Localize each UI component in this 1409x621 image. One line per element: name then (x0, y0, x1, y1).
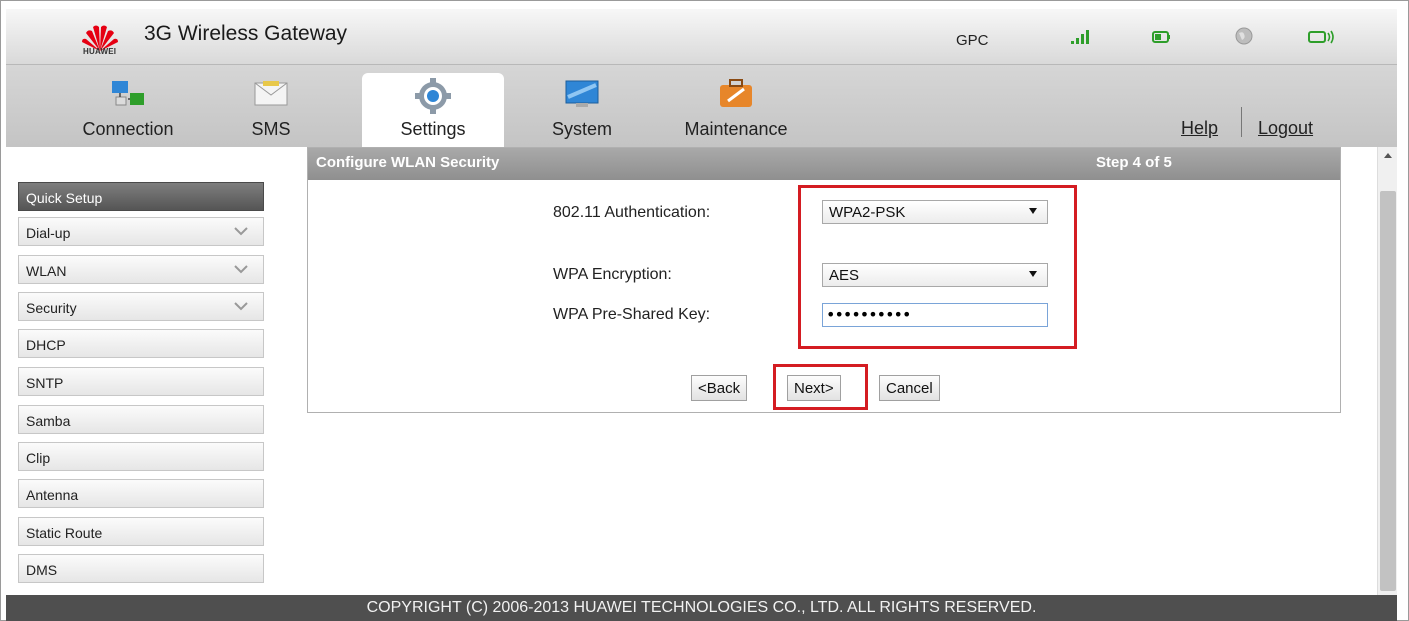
sidebar-item-quick-setup[interactable]: Quick Setup (18, 182, 264, 211)
wlan-security-panel: Configure WLAN Security Step 4 of 5 802.… (307, 147, 1341, 413)
tab-label: Maintenance (684, 119, 788, 139)
logo-text: HUAWEI (83, 47, 117, 56)
chevron-down-icon (234, 265, 248, 274)
chevron-down-icon (234, 227, 248, 236)
help-link[interactable]: Help (1181, 118, 1218, 139)
tab-label: SMS (251, 119, 291, 139)
tab-sms[interactable]: SMS (236, 65, 306, 147)
cancel-button[interactable]: Cancel (879, 375, 940, 401)
sidebar-item-label: Clip (26, 450, 51, 466)
dropdown-arrow-icon (1029, 271, 1037, 277)
sidebar-item-sntp[interactable]: SNTP (18, 367, 264, 396)
sidebar-item-label: WLAN (26, 263, 67, 279)
battery-icon (1152, 31, 1170, 43)
sidebar-item-label: Samba (26, 413, 71, 429)
sidebar-item-label: DHCP (26, 337, 66, 353)
encryption-select-value: AES (829, 267, 860, 284)
back-button[interactable]: <Back (691, 375, 748, 401)
app-title: 3G Wireless Gateway (144, 22, 348, 45)
sidebar-item-clip[interactable]: Clip (18, 442, 264, 471)
sidebar-item-antenna[interactable]: Antenna (18, 479, 264, 508)
sms-icon (254, 81, 288, 106)
sidebar-item-label: Antenna (26, 487, 79, 503)
psk-label: WPA Pre-Shared Key: (553, 306, 711, 323)
header-bar: HUAWEI 3G Wireless Gateway GPC (6, 9, 1397, 65)
auth-select[interactable]: WPA2-PSK (822, 200, 1048, 224)
nav-divider (1241, 107, 1242, 137)
sidebar-item-static-route[interactable]: Static Route (18, 517, 264, 546)
signal-icon (1071, 30, 1089, 44)
encryption-select[interactable]: AES (822, 263, 1048, 287)
system-icon (565, 80, 599, 107)
sidebar-item-label: Static Route (26, 525, 103, 541)
sidebar-item-label: SNTP (26, 375, 64, 391)
sidebar-item-label: Dial-up (26, 225, 71, 241)
sidebar-item-samba[interactable]: Samba (18, 405, 264, 434)
wifi-icon (1308, 30, 1334, 44)
sidebar-item-label: DMS (26, 562, 58, 578)
operator-name: GPC (956, 32, 989, 49)
scroll-up-icon[interactable] (1384, 153, 1392, 158)
dropdown-arrow-icon (1029, 208, 1037, 214)
sidebar: Quick Setup Dial-up WLAN Security DHCP S… (6, 147, 271, 595)
encryption-label: WPA Encryption: (553, 266, 672, 283)
scroll-thumb[interactable] (1380, 191, 1396, 591)
next-button[interactable]: Next> (787, 375, 841, 401)
footer: COPYRIGHT (C) 2006-2013 HUAWEI TECHNOLOG… (6, 595, 1397, 621)
tab-label: System (551, 119, 612, 139)
sidebar-item-wlan[interactable]: WLAN (18, 255, 264, 284)
panel-title: Configure WLAN Security (316, 154, 500, 171)
sidebar-item-label: Quick Setup (26, 190, 103, 206)
router-admin-page: HUAWEI 3G Wireless Gateway GPC Connectio… (0, 0, 1409, 621)
connection-icon (112, 81, 144, 106)
tab-label: Settings (400, 119, 466, 139)
sidebar-item-label: Security (26, 300, 77, 316)
main-nav: Connection SMS Settings System Maintenan… (6, 65, 1397, 147)
sidebar-item-dhcp[interactable]: DHCP (18, 329, 264, 358)
scrollbar[interactable] (1377, 147, 1397, 595)
settings-icon (415, 78, 451, 114)
tab-maintenance[interactable]: Maintenance (666, 65, 806, 147)
globe-icon (1235, 27, 1253, 45)
tab-connection[interactable]: Connection (68, 65, 188, 147)
sidebar-item-security[interactable]: Security (18, 292, 264, 321)
tab-system[interactable]: System (534, 65, 630, 147)
sidebar-item-dial-up[interactable]: Dial-up (18, 217, 264, 246)
panel-header: Configure WLAN Security Step 4 of 5 (308, 148, 1340, 180)
maintenance-icon (720, 79, 752, 107)
auth-select-value: WPA2-PSK (829, 204, 906, 221)
psk-input[interactable]: •••••••••• (822, 303, 1048, 327)
auth-label: 802.11 Authentication: (553, 204, 711, 221)
tab-label: Connection (82, 119, 174, 139)
copyright-text: COPYRIGHT (C) 2006-2013 HUAWEI TECHNOLOG… (366, 599, 1037, 616)
sidebar-item-dms[interactable]: DMS (18, 554, 264, 583)
logout-link[interactable]: Logout (1258, 118, 1313, 139)
step-indicator: Step 4 of 5 (1096, 154, 1172, 171)
chevron-down-icon (234, 302, 248, 311)
tab-settings[interactable]: Settings (362, 73, 504, 147)
